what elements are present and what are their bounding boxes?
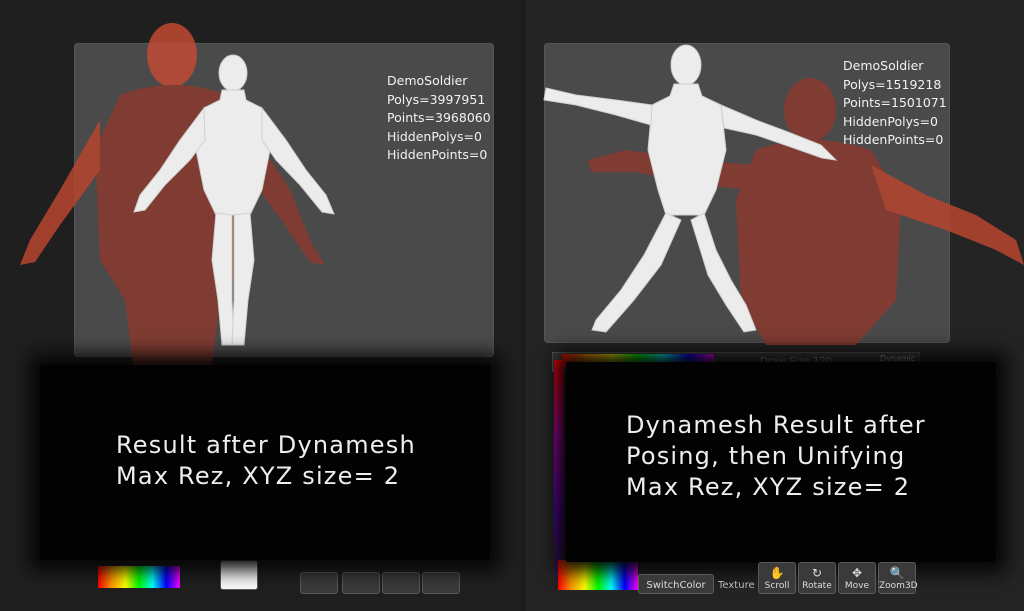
right-screenshot-panel: DemoSoldier Polys=1519218 Points=1501071… — [526, 0, 1024, 611]
left-color-strip[interactable] — [98, 566, 180, 588]
mesh-name: DemoSoldier — [843, 58, 924, 73]
zoom3d-label: Zoom3D — [879, 581, 918, 591]
points-count: Points=3968060 — [387, 110, 491, 125]
points-count: Points=1501071 — [843, 95, 947, 110]
right-caption-line3: Max Rez, XYZ size= 2 — [626, 473, 911, 501]
left-caption-line2: Max Rez, XYZ size= 2 — [116, 462, 401, 490]
move-label: Move — [844, 581, 870, 591]
left-caption: Result after Dynamesh Max Rez, XYZ size=… — [116, 430, 416, 492]
polys-count: Polys=1519218 — [843, 76, 942, 92]
scroll-icon: ✋ — [769, 566, 785, 580]
left-shelf-button-2[interactable] — [342, 572, 380, 594]
rotate-label: Rotate — [802, 581, 832, 591]
left-shelf-button-3[interactable] — [382, 572, 420, 594]
move-button[interactable]: ✥ Move — [838, 562, 876, 594]
scroll-label: Scroll — [764, 581, 790, 591]
hidden-points-count: HiddenPoints=0 — [843, 132, 944, 147]
right-caption-line2: Posing, then Unifying — [626, 442, 906, 470]
scroll-button[interactable]: ✋ Scroll — [758, 562, 796, 594]
left-screenshot-panel: DemoSoldier Polys=3997951 Points=3968060… — [0, 0, 520, 611]
hidden-polys-count: HiddenPolys=0 — [387, 128, 482, 144]
polys-count: Polys=3997951 — [387, 91, 486, 107]
hidden-points-count: HiddenPoints=0 — [387, 147, 488, 162]
right-vertical-color-picker[interactable] — [554, 360, 564, 590]
right-caption-line1: Dynamesh Result after — [626, 411, 926, 439]
zoom3d-button[interactable]: 🔍 Zoom3D — [878, 562, 918, 594]
right-color-strip[interactable] — [558, 560, 638, 590]
zoom3d-icon: 🔍 — [889, 566, 905, 580]
switch-color-label: SwitchColor — [646, 580, 706, 591]
left-mesh-stats: DemoSoldier Polys=3997951 Points=3968060… — [387, 72, 491, 165]
mesh-name: DemoSoldier — [387, 73, 468, 88]
left-shelf-button-4[interactable] — [422, 572, 460, 594]
rotate-icon: ↻ — [811, 566, 823, 580]
move-icon: ✥ — [851, 566, 863, 580]
texture-label[interactable]: Texture — [718, 580, 755, 591]
left-white-swatch[interactable] — [220, 560, 258, 590]
left-shelf-button-1[interactable] — [300, 572, 338, 594]
right-mesh-stats: DemoSoldier Polys=1519218 Points=1501071… — [843, 57, 947, 150]
left-caption-line1: Result after Dynamesh — [116, 431, 416, 459]
right-caption: Dynamesh Result after Posing, then Unify… — [626, 410, 926, 503]
hidden-polys-count: HiddenPolys=0 — [843, 113, 938, 129]
rotate-button[interactable]: ↻ Rotate — [798, 562, 836, 594]
switch-color-button[interactable]: SwitchColor — [638, 574, 714, 594]
